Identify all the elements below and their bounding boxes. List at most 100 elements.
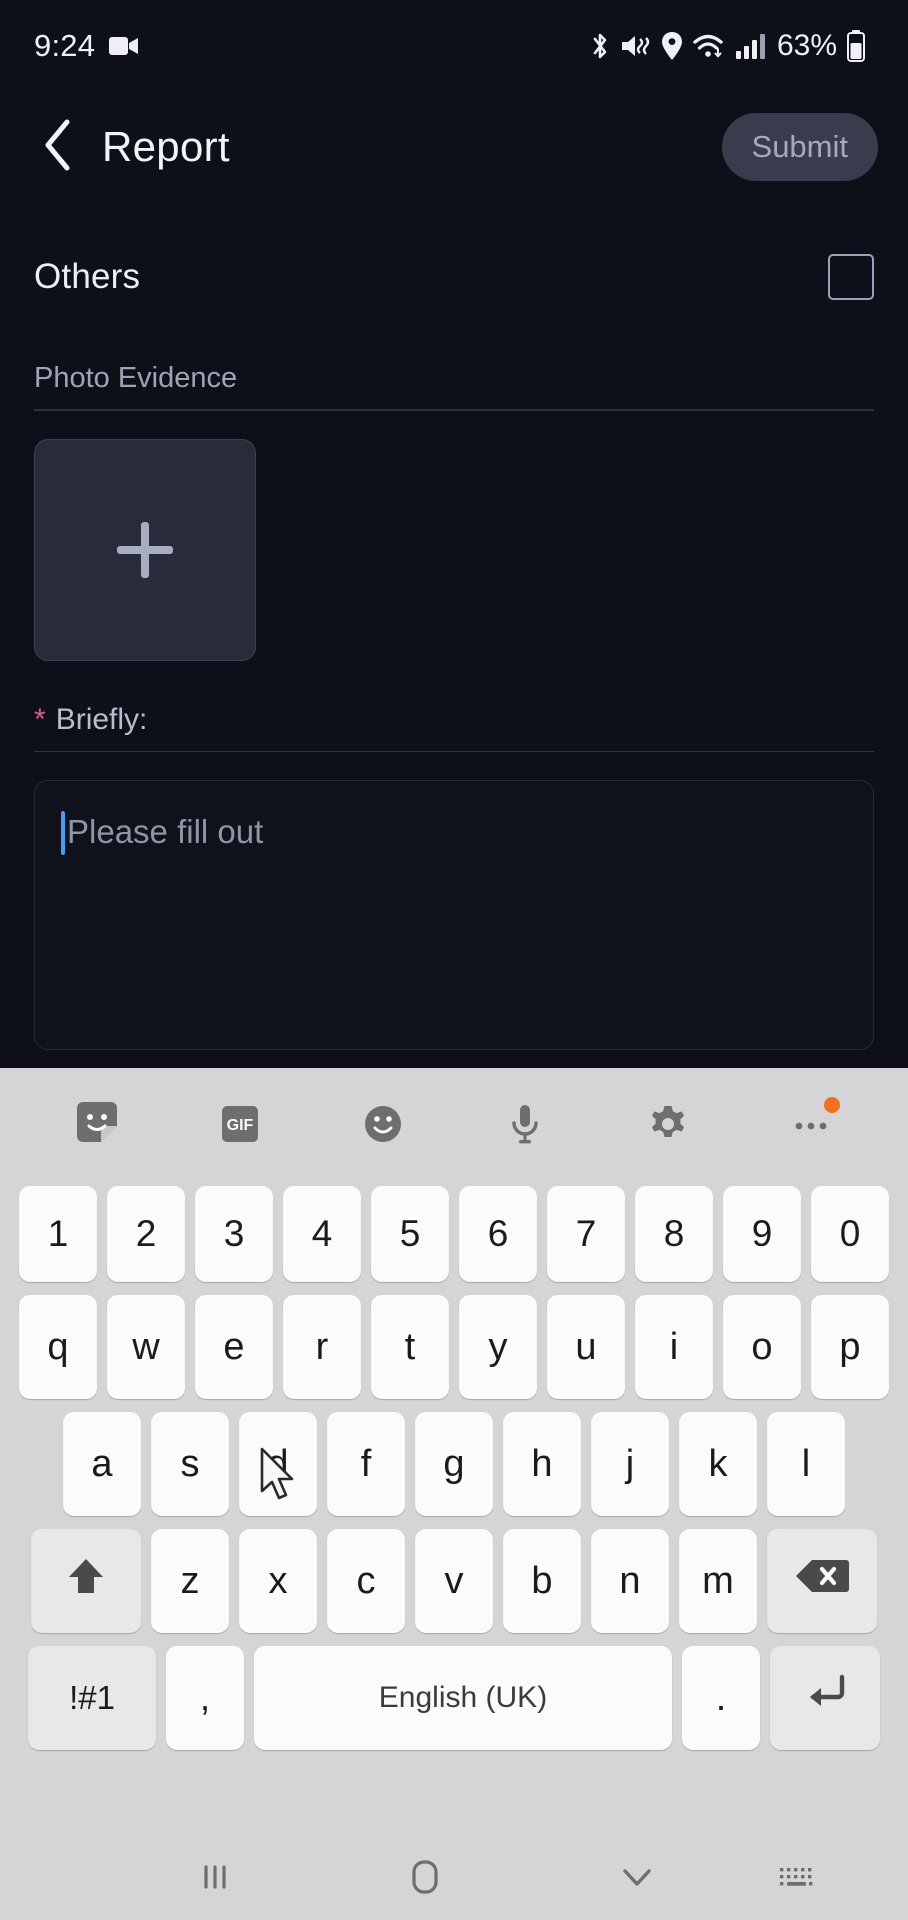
key-v[interactable]: v xyxy=(415,1529,493,1633)
briefly-divider xyxy=(34,750,874,752)
required-asterisk: * xyxy=(34,702,46,736)
briefly-label-row: * Briefly: xyxy=(0,661,908,751)
status-bar: 9:24 63% xyxy=(0,0,908,92)
emoji-icon[interactable] xyxy=(346,1087,420,1161)
video-camera-icon xyxy=(109,35,139,57)
chevron-left-icon xyxy=(43,119,73,176)
page-title: Report xyxy=(102,123,230,170)
key-a[interactable]: a xyxy=(63,1412,141,1516)
hide-keyboard-button[interactable] xyxy=(552,1838,722,1920)
key-j[interactable]: j xyxy=(591,1412,669,1516)
key-x[interactable]: x xyxy=(239,1529,317,1633)
key-1[interactable]: 1 xyxy=(19,1186,97,1282)
briefly-placeholder: Please fill out xyxy=(67,813,264,850)
keyboard-row-numbers: 1 2 3 4 5 6 7 8 9 0 xyxy=(0,1180,908,1282)
keyboard-switch-button[interactable] xyxy=(732,1838,862,1920)
microphone-icon[interactable] xyxy=(488,1087,562,1161)
keyboard-row-bottom: z x c v b n m xyxy=(0,1529,908,1633)
space-key[interactable]: English (UK) xyxy=(254,1646,672,1750)
sticker-icon[interactable] xyxy=(60,1087,134,1161)
photo-evidence-label: Photo Evidence xyxy=(34,362,238,394)
key-u[interactable]: u xyxy=(547,1295,625,1399)
key-c[interactable]: c xyxy=(327,1529,405,1633)
more-options-icon[interactable] xyxy=(774,1087,848,1161)
key-0[interactable]: 0 xyxy=(811,1186,889,1282)
key-y[interactable]: y xyxy=(459,1295,537,1399)
key-n[interactable]: n xyxy=(591,1529,669,1633)
briefly-label: Briefly: xyxy=(55,702,148,736)
key-z[interactable]: z xyxy=(151,1529,229,1633)
key-p[interactable]: p xyxy=(811,1295,889,1399)
key-w[interactable]: w xyxy=(107,1295,185,1399)
symbols-key[interactable]: !#1 xyxy=(28,1646,156,1750)
key-g[interactable]: g xyxy=(415,1412,493,1516)
key-t[interactable]: t xyxy=(371,1295,449,1399)
others-row[interactable]: Others xyxy=(0,202,908,300)
system-navigation-bar xyxy=(0,1838,908,1920)
cellular-signal-icon xyxy=(735,32,765,60)
home-button[interactable] xyxy=(340,1838,510,1920)
shift-key[interactable] xyxy=(31,1529,141,1633)
recents-button[interactable] xyxy=(130,1838,300,1920)
key-9[interactable]: 9 xyxy=(723,1186,801,1282)
backspace-key[interactable] xyxy=(767,1529,877,1633)
keyboard-toolbar: GIF xyxy=(0,1068,908,1180)
key-3[interactable]: 3 xyxy=(195,1186,273,1282)
submit-button[interactable]: Submit xyxy=(721,113,878,181)
keyboard-row-top: q w e r t y u i o p xyxy=(0,1295,908,1399)
gear-icon[interactable] xyxy=(631,1087,705,1161)
period-key[interactable]: . xyxy=(682,1646,760,1750)
key-e[interactable]: e xyxy=(195,1295,273,1399)
key-s[interactable]: s xyxy=(151,1412,229,1516)
shift-arrow-icon xyxy=(61,1551,111,1611)
key-k[interactable]: k xyxy=(679,1412,757,1516)
key-f[interactable]: f xyxy=(327,1412,405,1516)
keyboard-row-home: a s d f g h j k l xyxy=(0,1412,908,1516)
others-checkbox[interactable] xyxy=(828,254,874,300)
key-o[interactable]: o xyxy=(723,1295,801,1399)
key-i[interactable]: i xyxy=(635,1295,713,1399)
key-7[interactable]: 7 xyxy=(547,1186,625,1282)
key-q[interactable]: q xyxy=(19,1295,97,1399)
key-r[interactable]: r xyxy=(283,1295,361,1399)
battery-percent: 63% xyxy=(776,29,837,62)
add-photo-button[interactable] xyxy=(34,438,256,661)
comma-key[interactable]: , xyxy=(166,1646,244,1750)
key-d[interactable]: d xyxy=(239,1412,317,1516)
gif-icon[interactable]: GIF xyxy=(203,1087,277,1161)
others-label: Others xyxy=(34,257,141,296)
key-h[interactable]: h xyxy=(503,1412,581,1516)
enter-arrow-icon xyxy=(800,1671,850,1725)
keyboard-row-function: !#1 , English (UK) . xyxy=(0,1646,908,1750)
mute-vibrate-icon xyxy=(620,31,652,61)
briefly-textarea[interactable]: Please fill out xyxy=(34,780,874,1050)
key-4[interactable]: 4 xyxy=(283,1186,361,1282)
svg-text:GIF: GIF xyxy=(227,1117,254,1134)
status-bar-left: 9:24 xyxy=(34,28,139,64)
on-screen-keyboard: GIF 1 2 3 4 5 6 7 8 9 0 q w e r t y u i … xyxy=(0,1068,908,1838)
key-5[interactable]: 5 xyxy=(371,1186,449,1282)
home-icon xyxy=(404,1854,446,1905)
app-bar: Report Submit xyxy=(0,92,908,202)
status-time: 9:24 xyxy=(34,28,96,63)
text-caret xyxy=(61,811,65,855)
photo-evidence-area xyxy=(0,411,908,661)
key-l[interactable]: l xyxy=(767,1412,845,1516)
key-m[interactable]: m xyxy=(679,1529,757,1633)
status-bar-right: 63% xyxy=(589,29,866,63)
back-button[interactable] xyxy=(30,116,86,178)
keyboard-icon xyxy=(775,1860,819,1899)
key-b[interactable]: b xyxy=(503,1529,581,1633)
key-2[interactable]: 2 xyxy=(107,1186,185,1282)
phone-screen: 9:24 63% Report Submit Others Photo Evid… xyxy=(0,0,908,1920)
report-form: Others Photo Evidence * Briefly: Please f… xyxy=(0,202,908,1050)
location-pin-icon xyxy=(661,31,683,61)
key-8[interactable]: 8 xyxy=(635,1186,713,1282)
key-6[interactable]: 6 xyxy=(459,1186,537,1282)
bluetooth-icon xyxy=(589,31,611,61)
recents-icon xyxy=(194,1856,236,1903)
notification-badge xyxy=(823,1097,840,1113)
plus-icon xyxy=(117,521,173,578)
enter-key[interactable] xyxy=(770,1646,880,1750)
chevron-down-icon xyxy=(616,1860,658,1899)
